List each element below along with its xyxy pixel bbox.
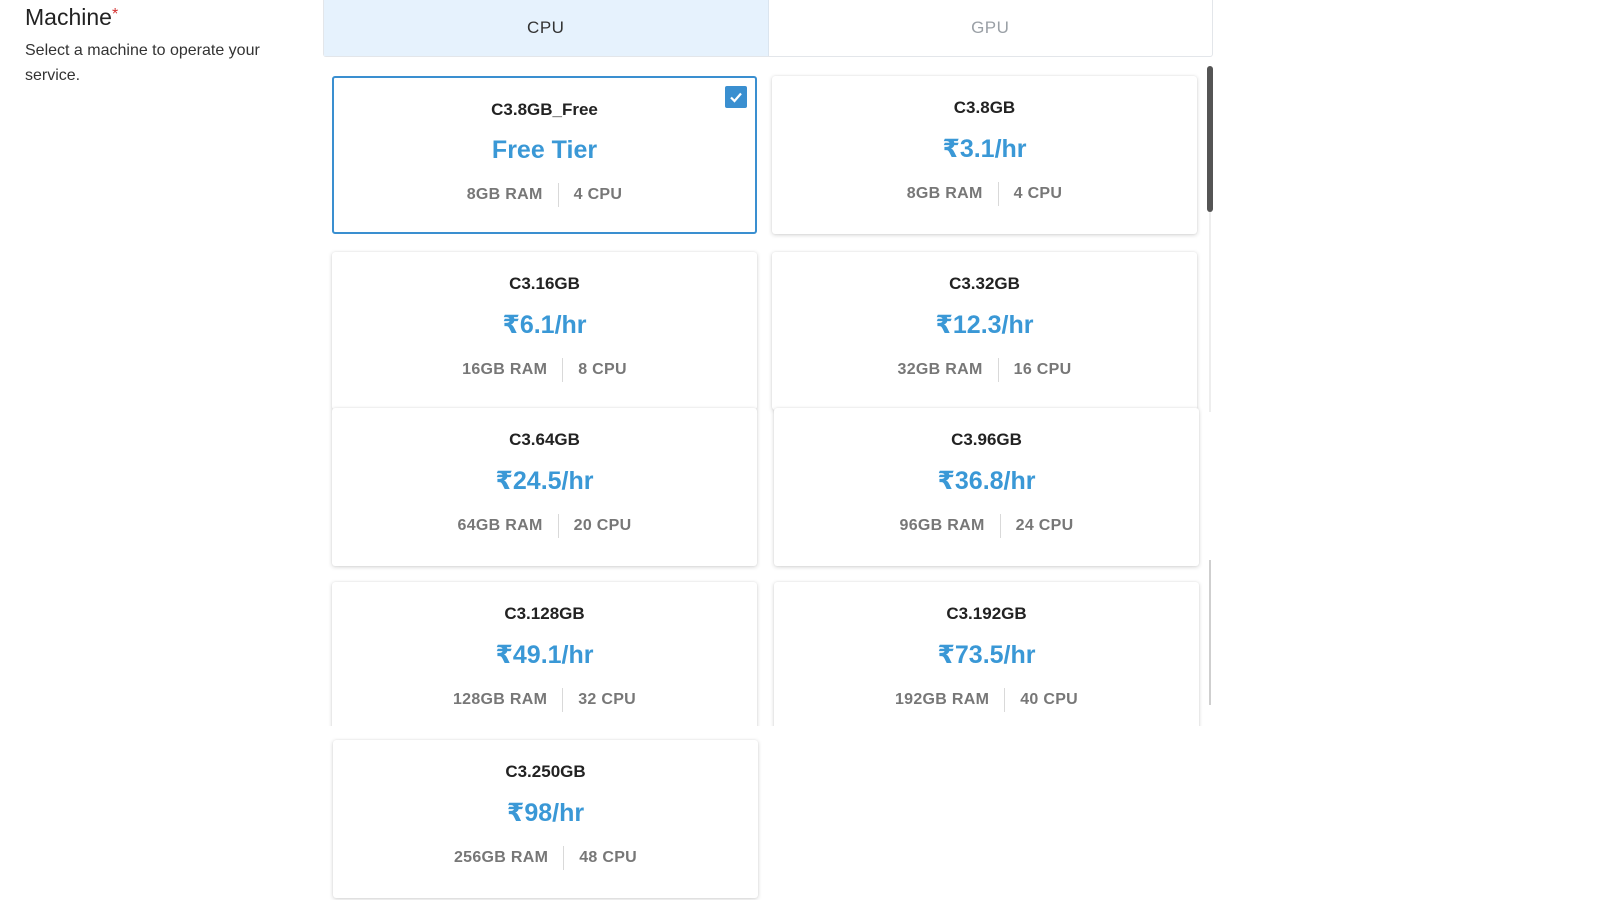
machine-cpu: 4 CPU	[1013, 185, 1063, 202]
machine-card-c3-128gb[interactable]: C3.128GB ₹49.1/hr 128GB RAM 32 CPU	[332, 582, 757, 726]
machine-name: C3.96GB	[951, 430, 1022, 449]
scrollbar-track-edge	[1209, 560, 1211, 705]
machine-price: Free Tier	[491, 136, 598, 164]
machine-price: ₹12.3/hr	[935, 311, 1034, 339]
machine-name: C3.64GB	[509, 430, 580, 449]
machine-card-c3-250gb[interactable]: C3.250GB ₹98/hr 256GB RAM 48 CPU	[333, 740, 758, 898]
spec-divider	[562, 688, 564, 712]
machine-name: C3.8GB_Free	[491, 100, 598, 119]
required-asterisk: *	[111, 6, 119, 23]
section-title: Machine*	[25, 4, 119, 30]
machine-card-c3-16gb[interactable]: C3.16GB ₹6.1/hr 16GB RAM 8 CPU	[332, 252, 757, 410]
spec-divider	[557, 183, 559, 207]
scrollbar-track[interactable]	[1209, 212, 1211, 412]
spec-divider	[557, 514, 559, 538]
machine-name: C3.32GB	[949, 274, 1020, 293]
machine-name: C3.8GB	[953, 98, 1016, 117]
machine-list[interactable]: C3.8GB_Free Free Tier 8GB RAM 4 CPU C3.8…	[323, 66, 1213, 726]
machine-specs: 192GB RAM 40 CPU	[774, 688, 1199, 712]
machine-specs: 8GB RAM 4 CPU	[334, 183, 755, 207]
spec-divider	[999, 514, 1001, 538]
machine-ram: 8GB RAM	[466, 186, 543, 203]
machine-price: ₹73.5/hr	[937, 641, 1036, 669]
machine-ram: 16GB RAM	[462, 361, 548, 378]
machine-ram: 128GB RAM	[452, 691, 548, 708]
machine-price: ₹3.1/hr	[942, 135, 1027, 163]
check-icon[interactable]	[725, 86, 747, 108]
machine-ram: 96GB RAM	[899, 517, 985, 534]
tab-cpu[interactable]: CPU	[324, 0, 769, 56]
spec-divider	[997, 182, 999, 206]
machine-cpu: 4 CPU	[573, 186, 623, 203]
machine-cpu: 24 CPU	[1015, 517, 1074, 534]
machine-cpu: 16 CPU	[1013, 361, 1072, 378]
machine-cpu: 48 CPU	[579, 849, 638, 866]
machine-cpu: 32 CPU	[578, 691, 637, 708]
machine-ram: 192GB RAM	[894, 691, 990, 708]
machine-card-c3-96gb[interactable]: C3.96GB ₹36.8/hr 96GB RAM 24 CPU	[774, 408, 1199, 566]
machine-cpu: 40 CPU	[1020, 691, 1079, 708]
machine-price: ₹24.5/hr	[495, 467, 594, 495]
machine-card-c3-192gb[interactable]: C3.192GB ₹73.5/hr 192GB RAM 40 CPU	[774, 582, 1199, 726]
machine-ram: 64GB RAM	[457, 517, 543, 534]
machine-specs: 16GB RAM 8 CPU	[332, 358, 757, 382]
machine-specs: 128GB RAM 32 CPU	[332, 688, 757, 712]
machine-name: C3.128GB	[504, 604, 585, 623]
machine-card-c3-8gb[interactable]: C3.8GB ₹3.1/hr 8GB RAM 4 CPU	[772, 76, 1197, 234]
machine-name: C3.16GB	[509, 274, 580, 293]
machine-price: ₹49.1/hr	[495, 641, 594, 669]
section-description: Select a machine to operate your service…	[25, 42, 260, 84]
machine-price: ₹6.1/hr	[502, 311, 587, 339]
machine-specs: 8GB RAM 4 CPU	[772, 182, 1197, 206]
spec-divider	[997, 358, 999, 382]
machine-card-c3-64gb[interactable]: C3.64GB ₹24.5/hr 64GB RAM 20 CPU	[332, 408, 757, 566]
tab-gpu[interactable]: GPU	[769, 0, 1213, 56]
machine-name: C3.192GB	[946, 604, 1027, 623]
machine-specs: 64GB RAM 20 CPU	[332, 514, 757, 538]
scrollbar-thumb[interactable]	[1207, 66, 1213, 212]
spec-divider	[1004, 688, 1006, 712]
machine-specs: 256GB RAM 48 CPU	[333, 846, 758, 870]
spec-divider	[562, 358, 564, 382]
machine-specs: 96GB RAM 24 CPU	[774, 514, 1199, 538]
machine-cpu: 20 CPU	[573, 517, 632, 534]
machine-price: ₹98/hr	[506, 799, 585, 827]
machine-type-tabs: CPU GPU	[323, 0, 1213, 57]
machine-card-c3-8gb-free[interactable]: C3.8GB_Free Free Tier 8GB RAM 4 CPU	[332, 76, 757, 234]
machine-ram: 32GB RAM	[897, 361, 983, 378]
machine-specs: 32GB RAM 16 CPU	[772, 358, 1197, 382]
machine-ram: 256GB RAM	[453, 849, 549, 866]
machine-cpu: 8 CPU	[578, 361, 627, 378]
machine-name: C3.250GB	[505, 762, 586, 781]
spec-divider	[563, 846, 565, 870]
machine-section-header: Machine* Select a machine to operate you…	[25, 2, 265, 88]
machine-price: ₹36.8/hr	[937, 467, 1036, 495]
machine-ram: 8GB RAM	[906, 185, 983, 202]
machine-card-c3-32gb[interactable]: C3.32GB ₹12.3/hr 32GB RAM 16 CPU	[772, 252, 1197, 410]
